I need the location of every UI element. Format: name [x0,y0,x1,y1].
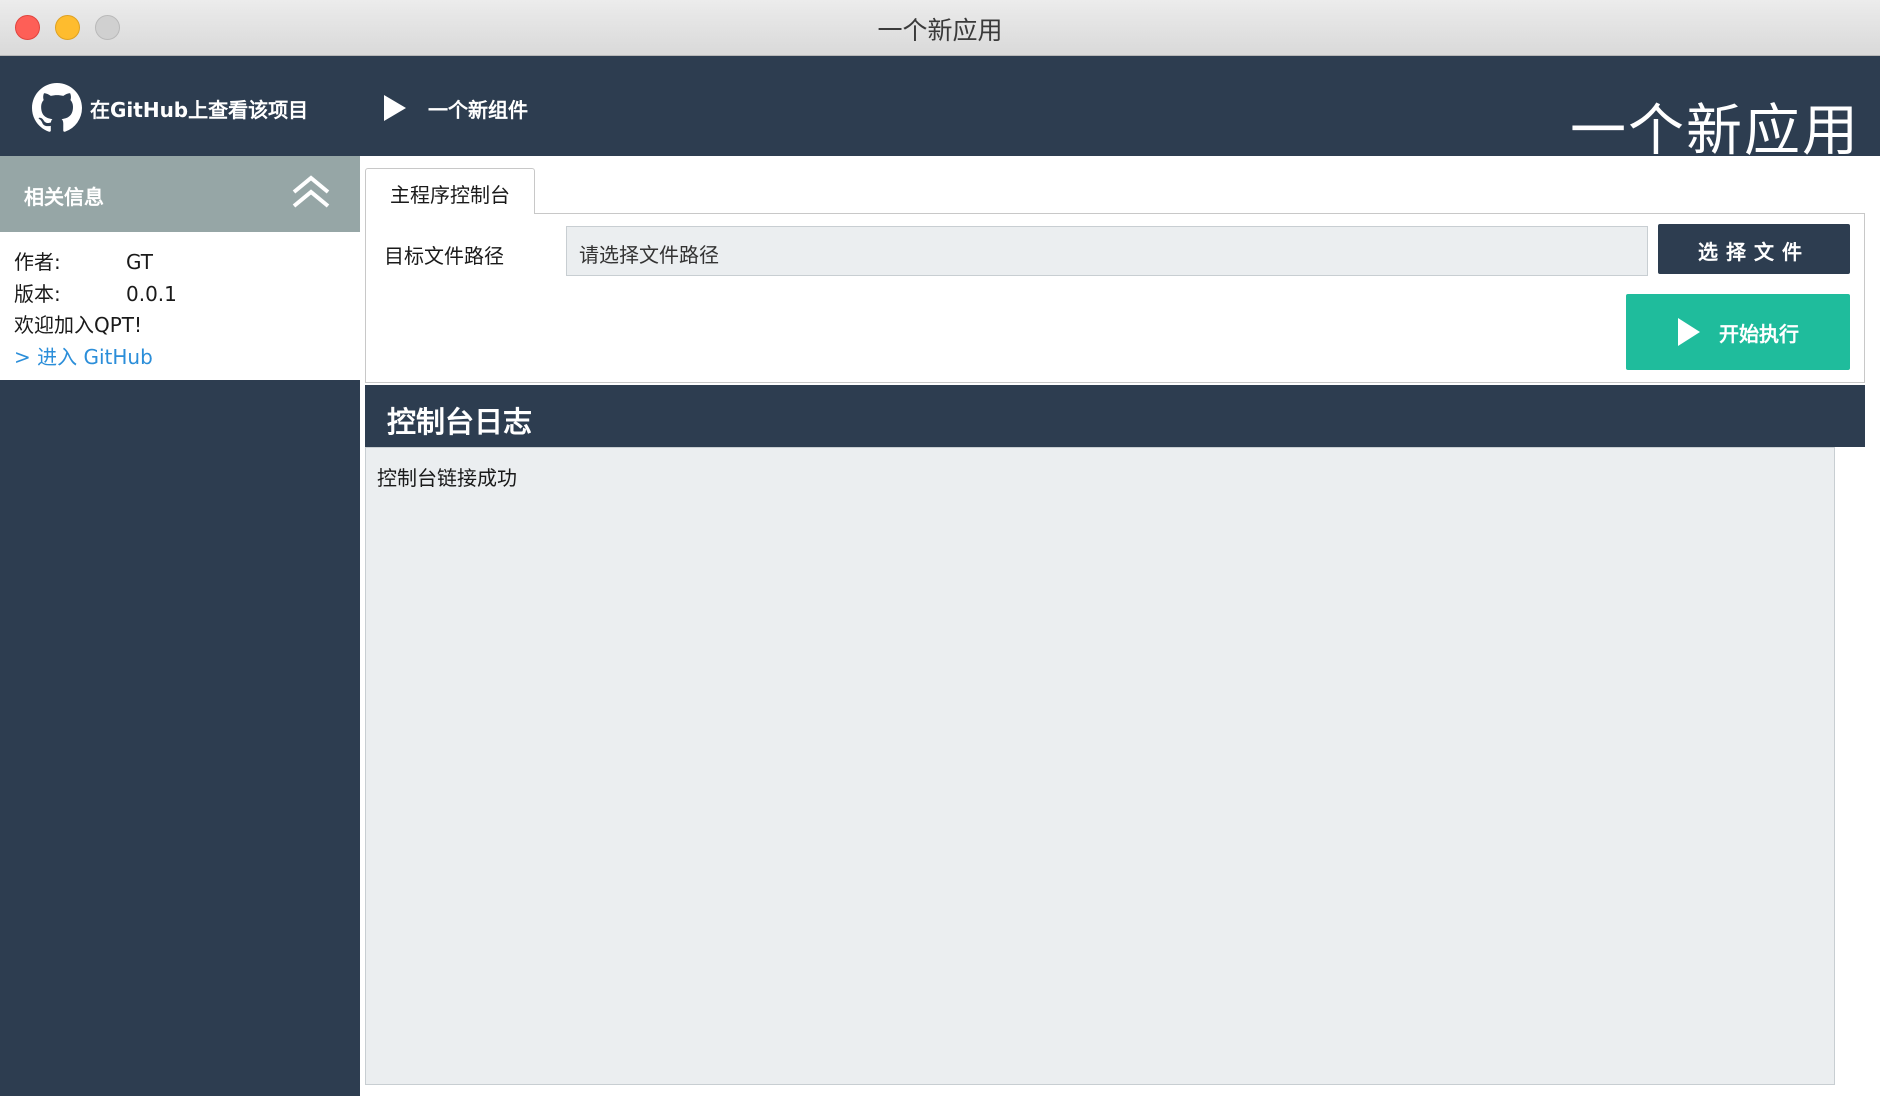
chevron-double-up-icon[interactable] [290,174,332,210]
version-key: 版本: [14,282,61,306]
author-value: GT [126,250,154,274]
info-panel-header[interactable]: 相关信息 [0,156,360,232]
choose-file-button[interactable]: 选择文件 [1658,224,1850,274]
app-header: 在GitHub上查看该项目 一个新组件 一个新应用 [0,56,1880,164]
info-panel-body: 作者: GT 版本: 0.0.1 欢迎加入QPT! > 进入 GitHub [0,232,360,380]
main-area: 主程序控制台 目标文件路径 请选择文件路径 选择文件 开始执行 控制台日志 控制… [360,156,1880,1096]
version-row: 版本: 0.0.1 [14,278,177,307]
console-log-title: 控制台日志 [387,405,533,439]
enter-github-link[interactable]: > 进入 GitHub [14,341,153,370]
start-run-label: 开始执行 [1719,321,1799,346]
github-icon [32,83,82,132]
window-title: 一个新应用 [877,16,1003,45]
file-path-input[interactable]: 请选择文件路径 [566,226,1648,276]
play-icon [384,95,406,121]
new-widget-label: 一个新组件 [428,97,528,122]
version-value: 0.0.1 [126,282,177,306]
play-icon [1678,318,1700,346]
start-run-button[interactable]: 开始执行 [1626,294,1850,370]
github-project-link[interactable]: 在GitHub上查看该项目 [32,83,308,133]
info-panel-title: 相关信息 [24,185,104,209]
app-title: 一个新应用 [1570,99,1860,164]
github-link-label: 在GitHub上查看该项目 [90,97,309,122]
tab-main-console[interactable]: 主程序控制台 [365,168,535,214]
console-log-area[interactable]: 控制台链接成功 [365,447,1835,1085]
log-line: 控制台链接成功 [377,466,517,490]
welcome-text: 欢迎加入QPT! [14,313,143,337]
app-window: 一个新应用 在GitHub上查看该项目 一个新组件 一个新应用 相关信息 作者:… [0,0,1880,1096]
title-bar: 一个新应用 [0,0,1880,56]
console-log-header: 控制台日志 [365,385,1865,447]
author-row: 作者: GT [14,246,153,275]
main-console-panel: 目标文件路径 请选择文件路径 选择文件 开始执行 [365,213,1865,383]
sidebar: 相关信息 作者: GT 版本: 0.0.1 欢迎加入QPT! > 进入 GitHub [0,156,360,1096]
log-scrollbar[interactable] [1835,447,1865,1085]
new-widget-link[interactable]: 一个新组件 [382,90,528,126]
author-key: 作者: [14,250,61,274]
target-path-label: 目标文件路径 [384,244,504,268]
